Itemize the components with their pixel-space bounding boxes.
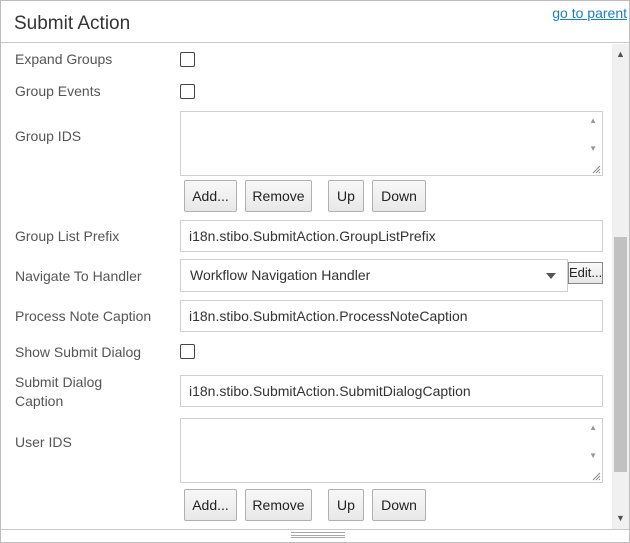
group-ids-remove-button[interactable]: Remove	[245, 180, 312, 212]
group-events-checkbox[interactable]	[180, 84, 195, 99]
submit-dialog-caption-label-line1: Submit Dialog	[15, 374, 103, 390]
group-list-prefix-field[interactable]: i18n.stibo.SubmitAction.GroupListPrefix	[180, 220, 603, 252]
resize-grip-icon[interactable]	[591, 471, 601, 481]
user-ids-remove-button[interactable]: Remove	[245, 489, 312, 521]
user-ids-label: User IDS	[15, 434, 72, 450]
navigate-to-handler-select[interactable]: Workflow Navigation Handler	[180, 259, 568, 292]
user-ids-down-button[interactable]: Down	[372, 489, 426, 521]
panel-header: Submit Action go to parent	[1, 1, 629, 43]
user-ids-up-button[interactable]: Up	[328, 489, 364, 521]
navigate-to-handler-edit-button[interactable]: Edit...	[568, 262, 603, 284]
scroll-down-icon[interactable]: ▼	[589, 145, 597, 153]
user-ids-add-button[interactable]: Add...	[184, 489, 237, 521]
page-title: Submit Action	[14, 13, 131, 34]
submit-dialog-caption-label-line2: Caption	[15, 393, 64, 409]
scrollbar-thumb[interactable]	[614, 237, 627, 472]
expand-groups-checkbox[interactable]	[180, 52, 195, 67]
splitter-grip-icon[interactable]	[291, 532, 345, 538]
navigate-to-handler-value: Workflow Navigation Handler	[190, 267, 371, 283]
scroll-up-icon[interactable]: ▲	[589, 117, 597, 125]
scroll-down-icon[interactable]: ▼	[616, 514, 625, 523]
scroll-down-icon[interactable]: ▼	[589, 452, 597, 460]
group-list-prefix-label: Group List Prefix	[15, 228, 120, 244]
scroll-up-icon[interactable]: ▲	[589, 424, 597, 432]
submit-dialog-caption-field[interactable]: i18n.stibo.SubmitAction.SubmitDialogCapt…	[180, 375, 603, 407]
submit-action-panel: Submit Action go to parent Expand Groups…	[0, 0, 630, 543]
show-submit-dialog-checkbox[interactable]	[180, 344, 195, 359]
process-note-caption-field[interactable]: i18n.stibo.SubmitAction.ProcessNoteCapti…	[180, 300, 603, 332]
go-to-parent-link[interactable]: go to parent	[552, 5, 627, 21]
navigate-to-handler-label: Navigate To Handler	[15, 268, 142, 284]
user-ids-textarea[interactable]: ▲ ▼	[180, 418, 603, 483]
chevron-down-icon	[546, 273, 556, 279]
panel-footer	[1, 529, 629, 542]
show-submit-dialog-label: Show Submit Dialog	[15, 344, 142, 360]
group-ids-down-button[interactable]: Down	[372, 180, 426, 212]
expand-groups-label: Expand Groups	[15, 51, 113, 67]
group-ids-up-button[interactable]: Up	[328, 180, 364, 212]
group-events-label: Group Events	[15, 83, 101, 99]
process-note-caption-label: Process Note Caption	[15, 308, 152, 324]
vertical-scrollbar[interactable]: ▲ ▼	[612, 44, 629, 529]
properties-form: Expand Groups Group Events Group IDS ▲ ▼…	[1, 44, 612, 529]
group-ids-add-button[interactable]: Add...	[184, 180, 237, 212]
group-ids-textarea[interactable]: ▲ ▼	[180, 111, 603, 176]
scroll-up-icon[interactable]: ▲	[616, 50, 625, 59]
resize-grip-icon[interactable]	[591, 164, 601, 174]
group-ids-label: Group IDS	[15, 128, 82, 144]
